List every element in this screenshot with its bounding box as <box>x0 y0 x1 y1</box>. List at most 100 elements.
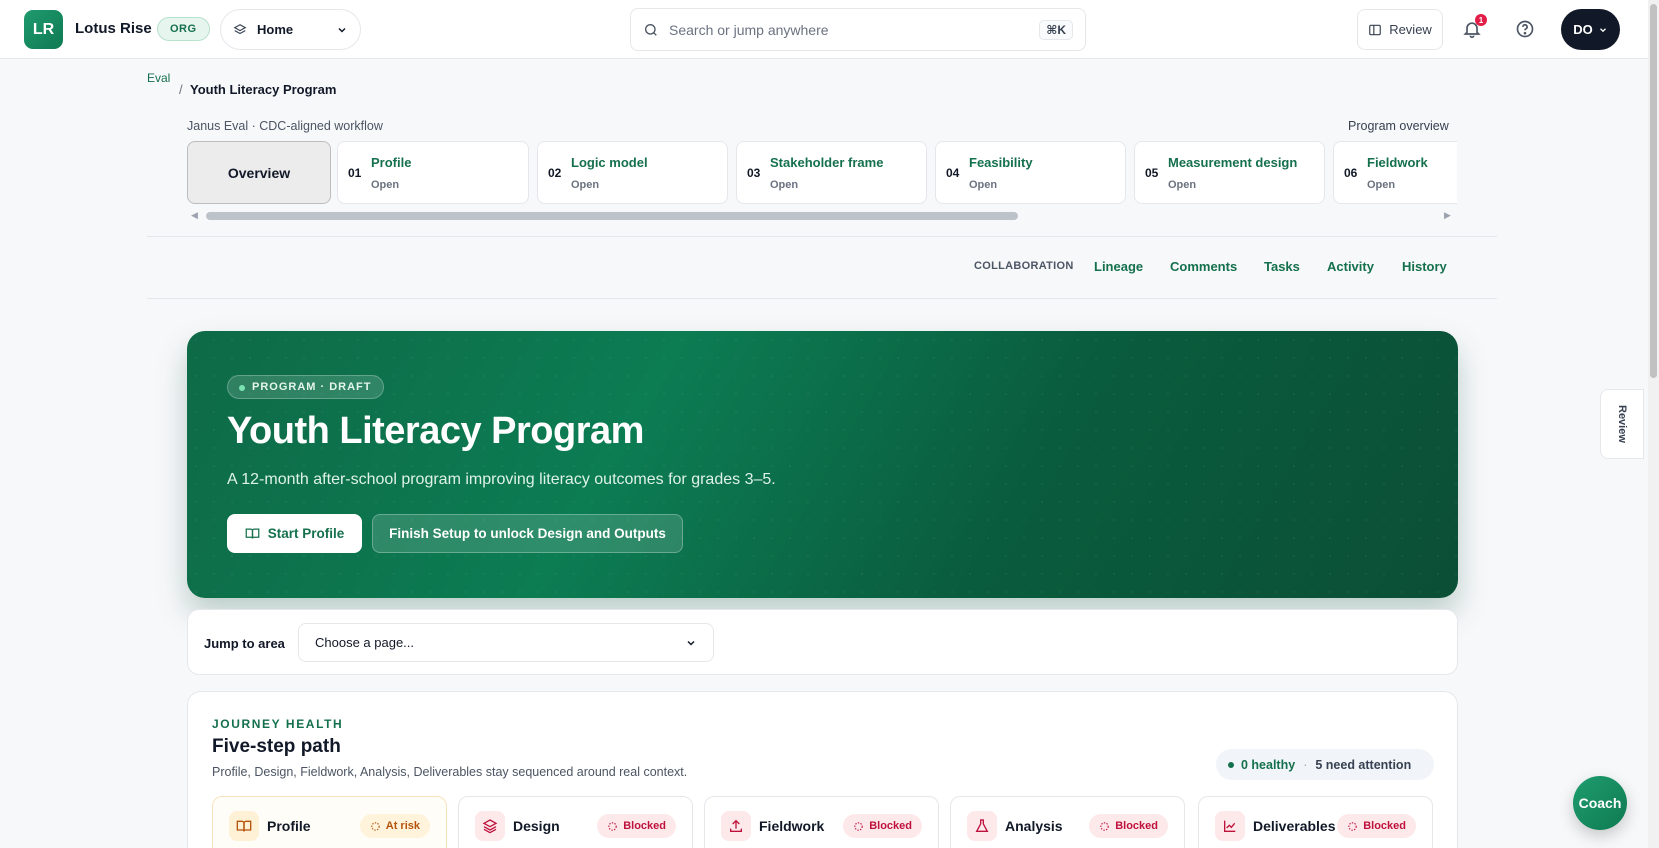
collab-link-lineage[interactable]: Lineage <box>1094 259 1143 274</box>
step-name: Stakeholder frame <box>770 155 884 170</box>
journey-health-card: JOURNEY HEALTH Five-step path Profile, D… <box>187 691 1458 848</box>
notification-count-badge: 1 <box>1475 14 1487 26</box>
status-spinner-icon <box>1100 821 1109 831</box>
flask-icon <box>967 811 997 841</box>
step-status: Open <box>1168 179 1197 191</box>
steps-scrollbar-thumb[interactable] <box>206 212 1018 220</box>
journey-health-summary: 0 healthy · 5 need attention <box>1216 749 1434 780</box>
stage-status-badge: Blocked <box>1089 814 1168 838</box>
chevron-down-icon <box>338 27 346 33</box>
step-feasibility[interactable]: 04 Feasibility Open <box>935 141 1126 204</box>
stage-card-deliverables[interactable]: Deliverables Blocked <box>1198 796 1433 848</box>
review-side-tab[interactable]: Review <box>1600 389 1644 459</box>
step-status: Open <box>1367 179 1396 191</box>
step-status: Open <box>371 179 400 191</box>
collab-link-comments[interactable]: Comments <box>1170 259 1237 274</box>
stage-card-analysis[interactable]: Analysis Blocked <box>950 796 1185 848</box>
panel-icon <box>1369 24 1382 35</box>
chart-line-icon <box>1215 811 1245 841</box>
review-button-label: Review <box>1389 22 1432 37</box>
program-overview-link[interactable]: Program overview <box>1348 119 1449 133</box>
step-measurement-design[interactable]: 05 Measurement design Open <box>1134 141 1325 204</box>
step-number: 01 <box>348 166 362 180</box>
stage-name: Design <box>513 818 560 834</box>
chevron-down-icon <box>1599 27 1606 32</box>
top-bar: LR Lotus Rise ORG Home Search or jump an… <box>0 0 1648 59</box>
step-status: Open <box>770 179 799 191</box>
step-stakeholder-frame[interactable]: 03 Stakeholder frame Open <box>736 141 927 204</box>
step-name: Measurement design <box>1168 155 1298 170</box>
status-spinner-icon <box>854 821 863 831</box>
jump-to-area-select[interactable]: Choose a page... <box>298 623 714 662</box>
workspace-select[interactable]: Home <box>220 9 361 50</box>
workspace-select-value: Home <box>257 22 294 37</box>
program-status-text: PROGRAM · DRAFT <box>252 381 372 393</box>
stage-status-text: Blocked <box>1363 820 1406 832</box>
stage-status-badge: Blocked <box>597 814 676 838</box>
stage-name: Deliverables <box>1253 818 1336 834</box>
step-name: Feasibility <box>969 155 1033 170</box>
upload-icon <box>721 811 751 841</box>
stage-status-badge: Blocked <box>1337 814 1416 838</box>
start-profile-label: Start Profile <box>267 526 345 541</box>
step-fieldwork[interactable]: 06 Fieldwork Open <box>1333 141 1457 204</box>
stage-name: Profile <box>267 818 311 834</box>
org-badge: ORG <box>157 17 210 41</box>
breadcrumb-current: Youth Literacy Program <box>190 82 337 97</box>
collaboration-label: COLLABORATION <box>974 260 1074 272</box>
step-profile[interactable]: 01 Profile Open <box>337 141 529 204</box>
journey-subtitle: Profile, Design, Fieldwork, Analysis, De… <box>212 765 688 779</box>
page-scrollbar-thumb[interactable] <box>1650 4 1657 378</box>
healthy-count: 0 healthy <box>1228 758 1295 772</box>
book-icon <box>229 811 259 841</box>
review-button[interactable]: Review <box>1357 9 1443 50</box>
step-number: 06 <box>1344 166 1358 180</box>
stage-card-design[interactable]: Design Blocked <box>458 796 693 848</box>
org-name: Lotus Rise <box>75 20 152 37</box>
program-title: Youth Literacy Program <box>227 410 644 452</box>
stage-name: Analysis <box>1005 818 1063 834</box>
divider <box>147 236 1497 237</box>
coach-button[interactable]: Coach <box>1573 776 1627 830</box>
collab-link-tasks[interactable]: Tasks <box>1264 259 1300 274</box>
hero-dot-pattern <box>187 331 1458 598</box>
review-side-tab-label: Review <box>1616 405 1628 443</box>
breadcrumb-eval-link[interactable]: Eval <box>147 71 170 85</box>
step-status: Open <box>571 179 600 191</box>
search-input[interactable]: Search or jump anywhere <box>669 22 829 38</box>
stage-card-fieldwork[interactable]: Fieldwork Blocked <box>704 796 939 848</box>
book-open-icon <box>245 528 260 539</box>
user-avatar-menu[interactable]: DO <box>1561 9 1620 50</box>
app-logo[interactable]: LR <box>24 10 63 49</box>
step-logic-model[interactable]: 02 Logic model Open <box>537 141 728 204</box>
collab-link-history[interactable]: History <box>1402 259 1447 274</box>
collab-link-activity[interactable]: Activity <box>1327 259 1374 274</box>
jump-select-value: Choose a page... <box>315 635 415 650</box>
program-description: A 12-month after-school program improvin… <box>227 471 776 488</box>
attention-count: 5 need attention <box>1315 757 1412 772</box>
summary-separator: · <box>1303 757 1308 772</box>
stage-card-profile[interactable]: Profile At risk <box>212 796 447 848</box>
journey-kicker: JOURNEY HEALTH <box>212 717 344 731</box>
layers-icon <box>233 23 247 34</box>
scroll-left-arrow-icon[interactable]: ◀ <box>191 210 198 221</box>
step-name: Fieldwork <box>1367 155 1428 170</box>
stage-status-text: Blocked <box>623 820 666 832</box>
global-search[interactable]: Search or jump anywhere ⌘K <box>630 8 1086 51</box>
workflow-label: Janus Eval · CDC-aligned workflow <box>187 119 383 133</box>
page-scrollbar[interactable] <box>1648 0 1659 848</box>
help-icon[interactable] <box>1515 19 1535 39</box>
start-profile-button[interactable]: Start Profile <box>227 514 362 553</box>
stage-status-text: Blocked <box>1115 820 1158 832</box>
search-icon <box>645 23 657 36</box>
tab-overview[interactable]: Overview <box>187 141 331 204</box>
step-number: 04 <box>946 166 960 180</box>
jump-to-area-label: Jump to area <box>204 636 285 651</box>
workflow-steps: Overview 01 Profile Open 02 Logic model … <box>187 141 1457 205</box>
journey-title: Five-step path <box>212 736 341 757</box>
scroll-right-arrow-icon[interactable]: ▶ <box>1444 210 1451 221</box>
jump-to-area-card: Jump to area Choose a page... <box>187 609 1458 675</box>
step-name: Logic model <box>571 155 648 170</box>
finish-setup-button[interactable]: Finish Setup to unlock Design and Output… <box>372 514 683 553</box>
step-number: 05 <box>1145 166 1159 180</box>
